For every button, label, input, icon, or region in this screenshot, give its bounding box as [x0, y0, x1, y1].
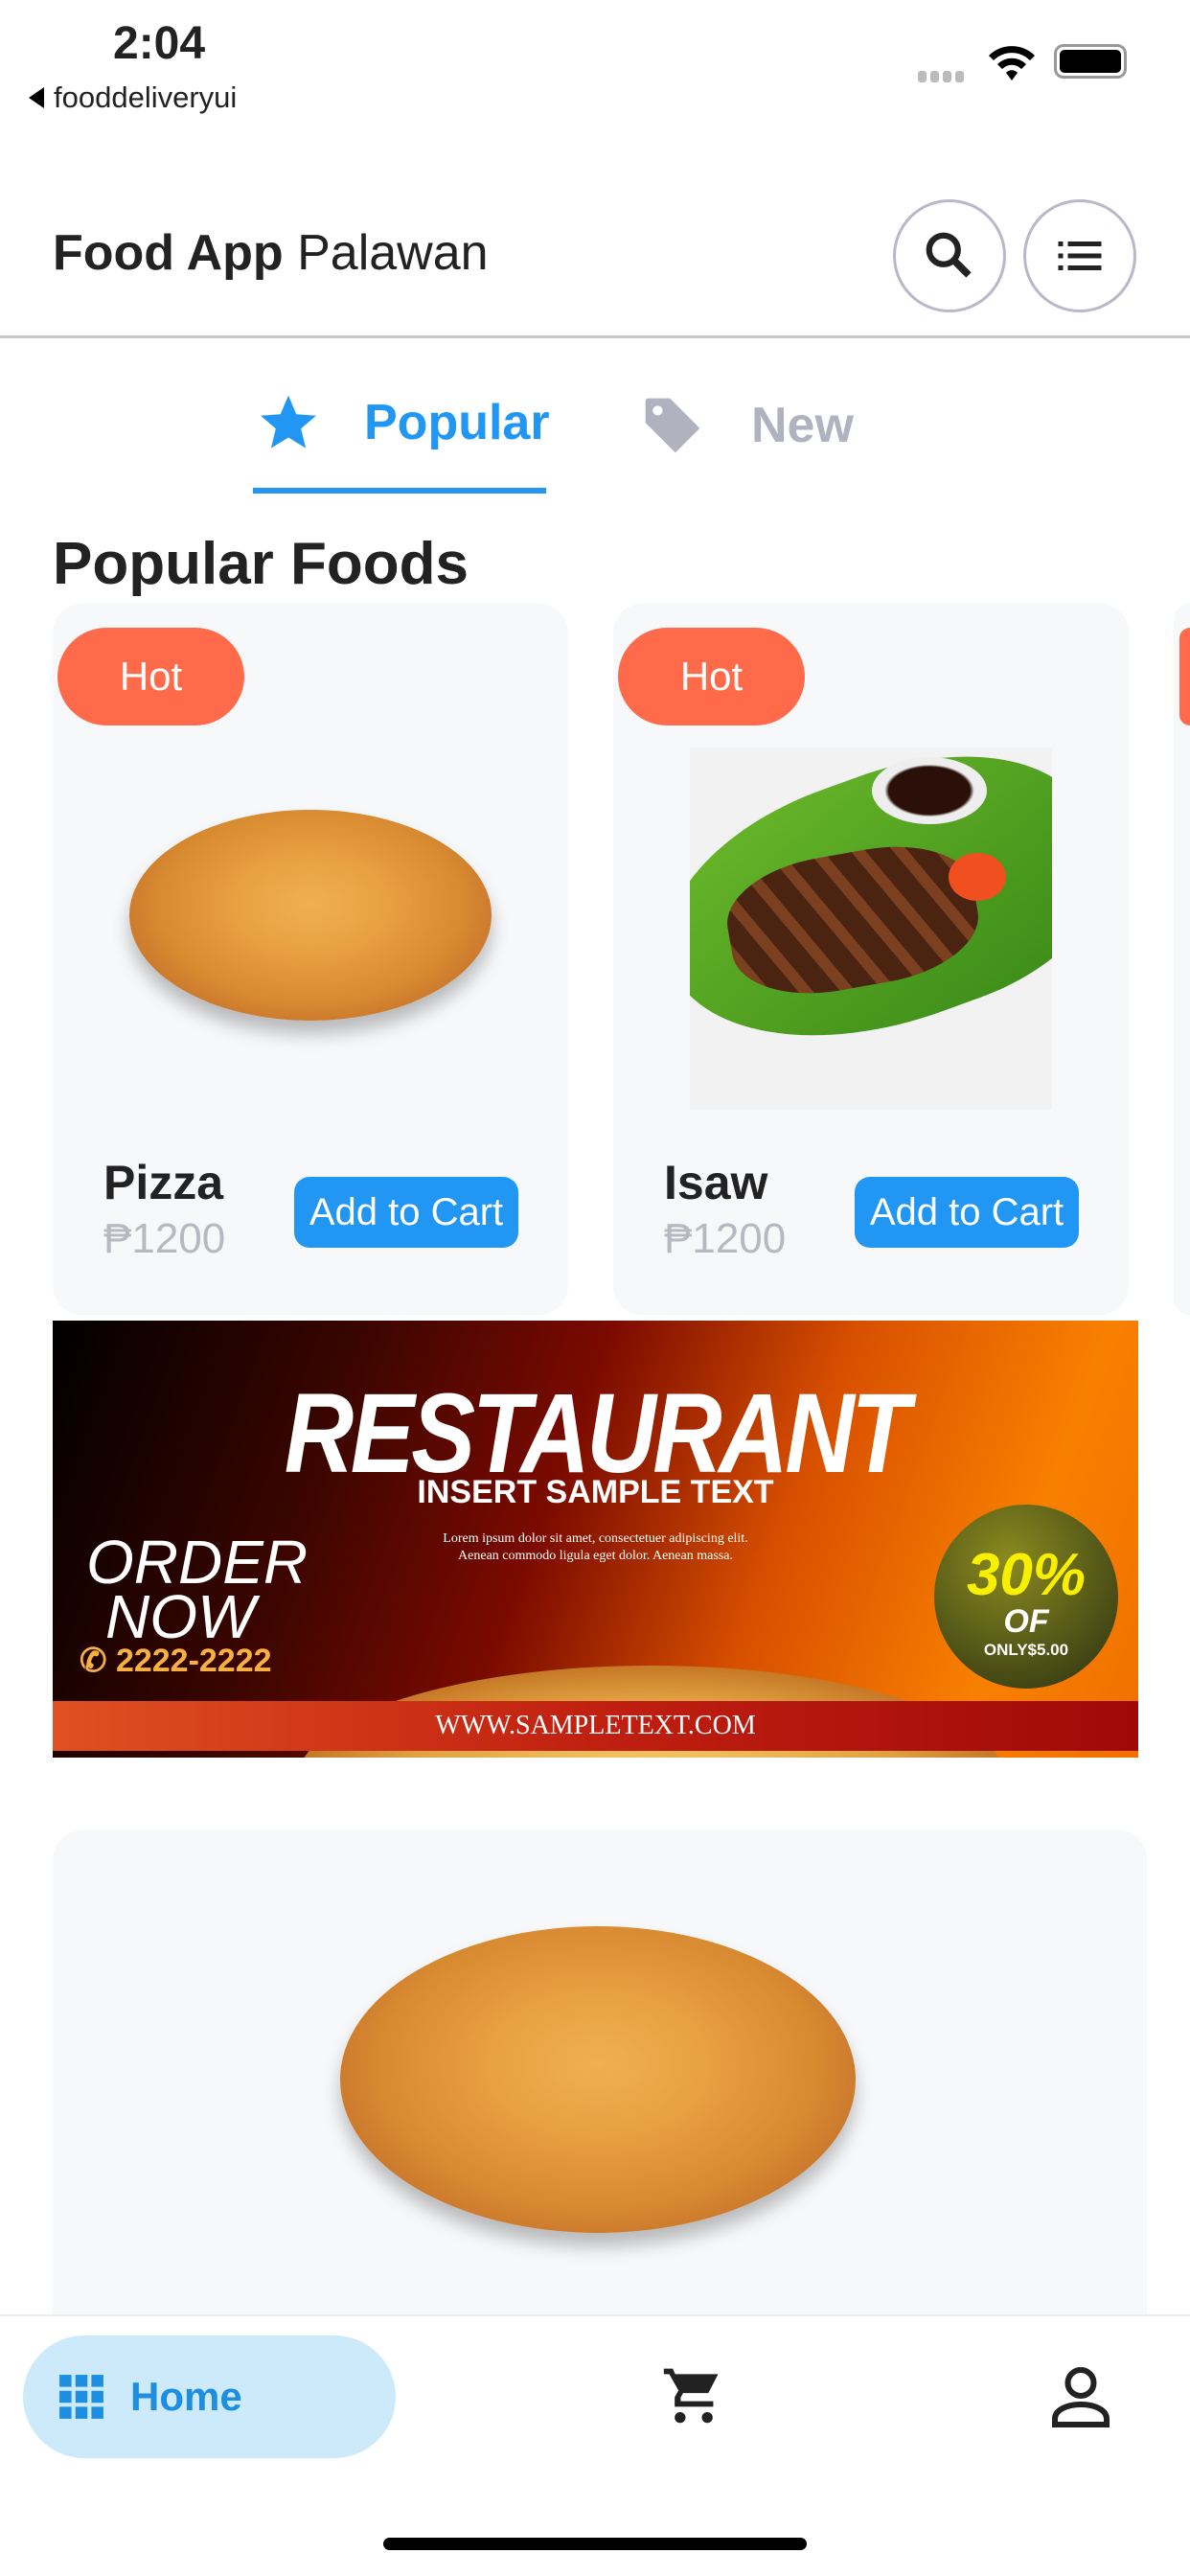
promo-banner[interactable]: RESTAURANT INSERT SAMPLE TEXT Lorem ipsu…	[53, 1321, 1138, 1758]
section-title: Popular Foods	[53, 531, 469, 597]
tab-new[interactable]: New	[640, 393, 854, 458]
back-to-app[interactable]: fooddeliveryui	[29, 80, 237, 115]
list-icon	[1058, 242, 1102, 270]
tab-label: New	[751, 398, 854, 453]
nav-home[interactable]: Home	[23, 2335, 396, 2458]
add-to-cart-button[interactable]: Add to Cart	[855, 1177, 1079, 1248]
home-indicator	[383, 2538, 807, 2550]
wifi-icon	[989, 46, 1035, 80]
add-to-cart-button[interactable]: Add to Cart	[294, 1177, 518, 1248]
cart-icon[interactable]	[661, 2363, 726, 2428]
food-price: ₱1200	[664, 1215, 787, 1262]
app-title: Food App Palawan	[53, 225, 489, 281]
isaw-image	[690, 748, 1052, 1110]
banner-subtitle: INSERT SAMPLE TEXT	[417, 1474, 774, 1510]
search-button[interactable]	[893, 199, 1006, 312]
hot-badge: Hot	[618, 628, 805, 725]
tab-label: Popular	[364, 395, 550, 450]
banner-phone: ✆ 2222-2222	[80, 1643, 272, 1679]
food-card[interactable]: Hot Isaw ₱1200 Add to Cart	[613, 604, 1129, 1315]
pizza-image	[340, 1926, 856, 2233]
pizza-image	[129, 810, 492, 1021]
tag-icon	[645, 398, 700, 453]
status-time: 2:04	[113, 18, 206, 69]
food-card-partial[interactable]	[1174, 604, 1190, 1315]
hot-badge	[1179, 628, 1190, 725]
profile-icon[interactable]	[1046, 2361, 1115, 2430]
tab-popular[interactable]: Popular	[259, 393, 550, 452]
menu-button[interactable]	[1023, 199, 1136, 312]
signal-icon	[918, 71, 964, 82]
nav-home-label: Home	[130, 2374, 242, 2419]
food-card[interactable]: Hot Pizza ₱1200 Add to Cart	[53, 604, 568, 1315]
header-divider	[0, 335, 1190, 338]
battery-icon	[1054, 44, 1127, 79]
grid-icon	[59, 2375, 103, 2419]
back-app-label: fooddeliveryui	[54, 80, 238, 114]
food-price: ₱1200	[103, 1215, 226, 1262]
food-name: Isaw	[664, 1156, 768, 1209]
search-icon	[926, 232, 972, 278]
food-name: Pizza	[103, 1156, 224, 1209]
star-icon	[261, 395, 316, 448]
hot-badge: Hot	[57, 628, 244, 725]
back-arrow-icon	[29, 87, 44, 108]
discount-badge: 30% OF ONLY$5.00	[934, 1505, 1118, 1689]
banner-url: WWW.SAMPLETEXT.COM	[53, 1701, 1138, 1751]
active-tab-indicator	[253, 488, 546, 494]
